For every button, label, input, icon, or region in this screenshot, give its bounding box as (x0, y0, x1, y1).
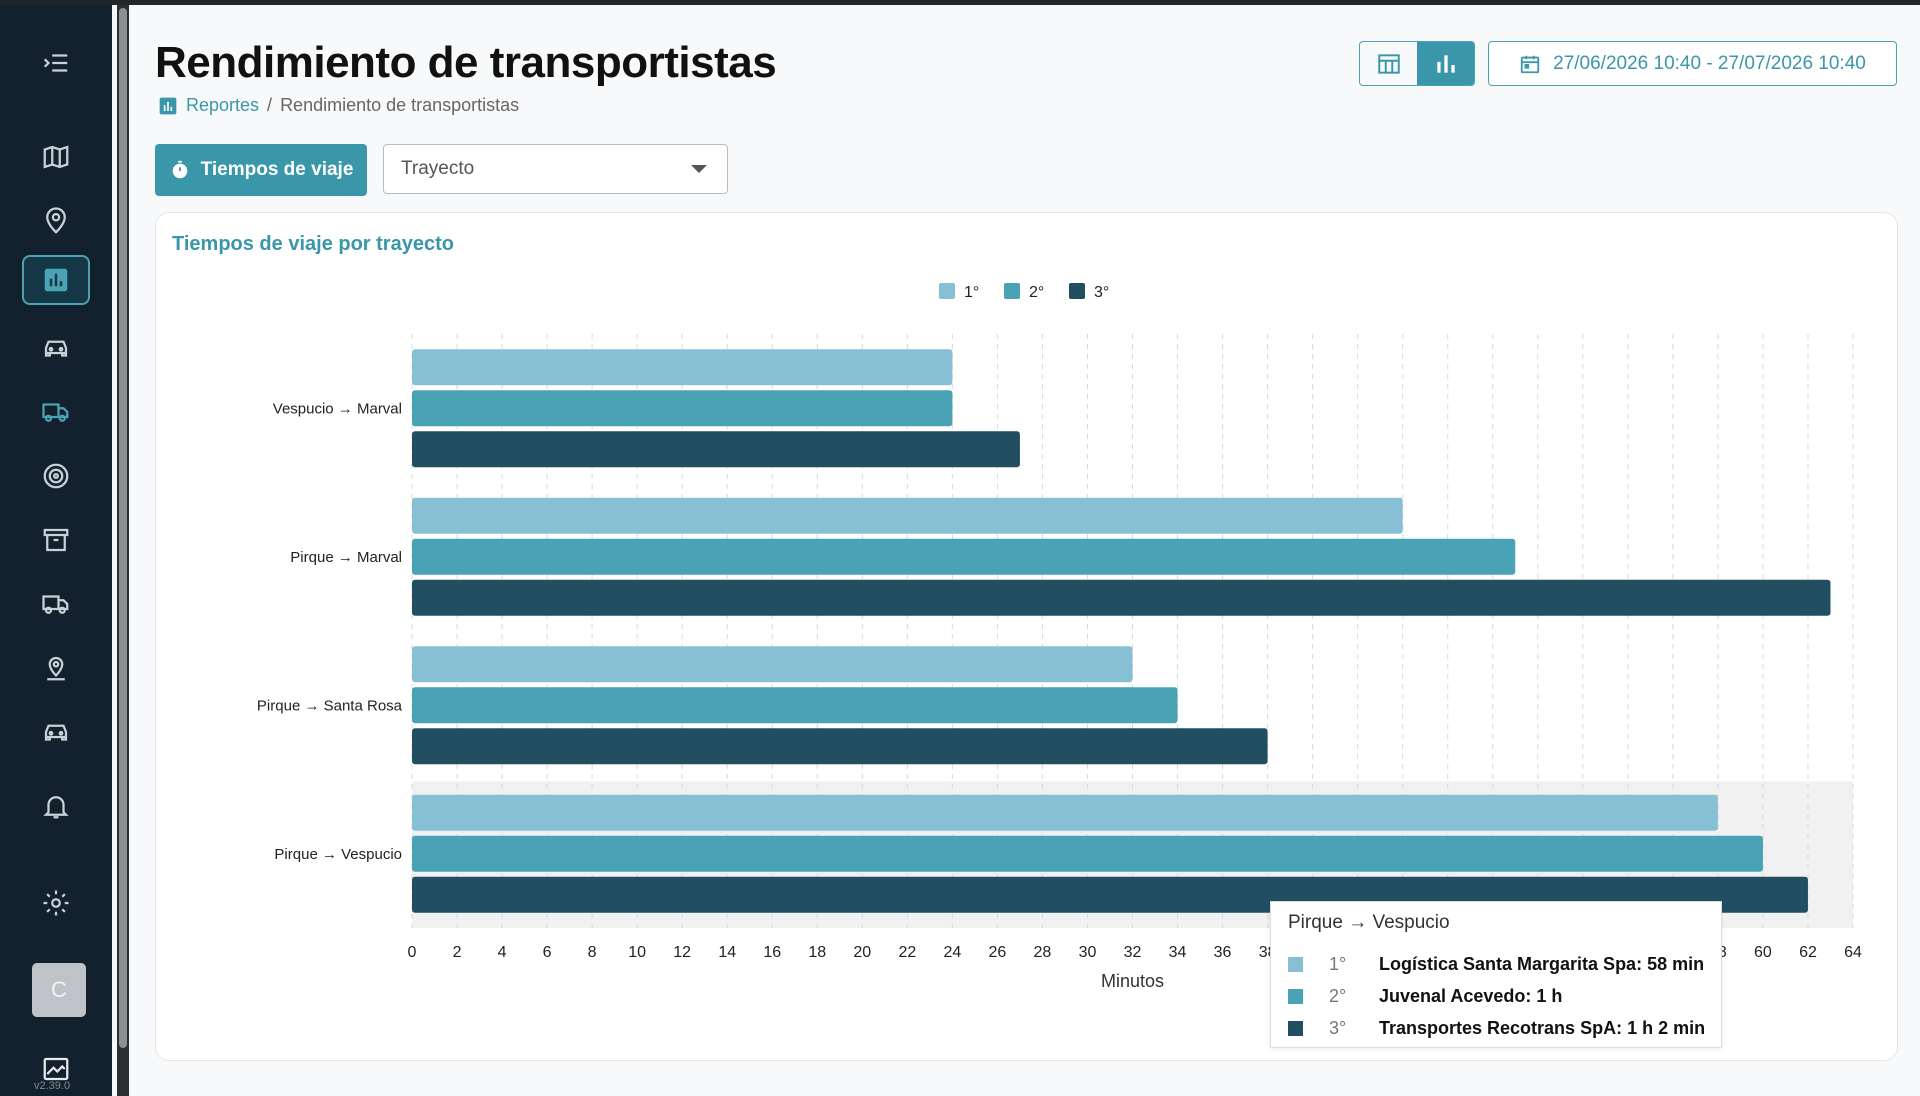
bar (412, 687, 1178, 724)
chart-tooltip: Pirque → Vespucio 1° Logística Santa Mar… (1270, 901, 1722, 1048)
bar-chart-icon[interactable] (22, 255, 90, 305)
tooltip-text: Logística Santa Margarita Spa: 58 min (1379, 953, 1705, 974)
bar (412, 794, 1718, 831)
date-range-button[interactable]: 27/06/2026 10:40 - 27/07/2026 10:40 (1488, 41, 1897, 86)
tooltip-row: 2° Juvenal Acevedo: 1 h (1288, 982, 1562, 1010)
y-category-label: Pirque → Santa Rosa (257, 697, 403, 714)
x-tick-label: 14 (718, 944, 736, 961)
page-title: Rendimiento de transportistas (155, 38, 777, 87)
travel-time-button[interactable]: Tiempos de viaje (155, 144, 367, 196)
x-tick-label: 8 (588, 944, 597, 961)
bar (412, 728, 1268, 765)
truck-icon[interactable] (22, 387, 90, 437)
legend-label: 1° (964, 284, 979, 301)
tooltip-text: Transportes Recotrans SpA: 1 h 2 min (1379, 1017, 1706, 1038)
tooltip-rank: 2° (1329, 985, 1347, 1006)
x-tick-label: 28 (1034, 944, 1052, 961)
y-category-label: Pirque → Marval (290, 549, 402, 566)
archive-icon[interactable] (22, 515, 90, 565)
version-label: v2.39.0 (34, 1080, 71, 1092)
date-range-text: 27/06/2026 10:40 - 27/07/2026 10:40 (1553, 52, 1866, 74)
tooltip-rank: 3° (1329, 1017, 1347, 1038)
view-toggle (1359, 41, 1475, 86)
x-tick-label: 32 (1124, 944, 1142, 961)
x-tick-label: 22 (898, 944, 916, 961)
breadcrumb: Reportes / Rendimiento de transportistas (158, 95, 519, 116)
map-pin-icon[interactable] (22, 643, 90, 693)
x-tick-label: 0 (408, 944, 417, 961)
travel-time-label: Tiempos de viaje (200, 159, 354, 180)
x-tick-label: 18 (808, 944, 826, 961)
sidebar-scrollbar-thumb[interactable] (119, 8, 127, 1048)
route-select-value: Trayecto (401, 158, 475, 179)
chevron-down-icon (691, 165, 707, 173)
tooltip-row: 3° Transportes Recotrans SpA: 1 h 2 min (1288, 1014, 1705, 1042)
chart-view-button[interactable] (1417, 42, 1474, 85)
bar (412, 349, 953, 386)
x-tick-label: 64 (1844, 944, 1862, 961)
legend-swatch (939, 283, 955, 299)
avatar[interactable]: C (32, 963, 86, 1017)
legend-label: 3° (1094, 284, 1109, 301)
y-category-label: Vespucio → Marval (273, 400, 402, 417)
bar (412, 390, 953, 427)
tooltip-title: Pirque → Vespucio (1288, 912, 1450, 933)
x-tick-label: 10 (628, 944, 646, 961)
map-icon[interactable] (22, 132, 90, 182)
legend-swatch (1288, 988, 1303, 1004)
x-tick-label: 2 (453, 944, 462, 961)
x-tick-label: 4 (498, 944, 507, 961)
legend-label: 2° (1029, 284, 1044, 301)
table-icon (1377, 53, 1400, 74)
tooltip-text: Juvenal Acevedo: 1 h (1379, 985, 1563, 1006)
bar (412, 579, 1831, 616)
x-tick-label: 36 (1214, 944, 1232, 961)
gear-icon[interactable] (22, 878, 90, 928)
location-pin-icon[interactable] (22, 196, 90, 246)
sidebar: C v2.39.0 (0, 5, 112, 1096)
x-tick-label: 16 (763, 944, 781, 961)
x-tick-label: 30 (1079, 944, 1097, 961)
breadcrumb-separator: / (267, 95, 273, 115)
stopwatch-icon (172, 160, 187, 179)
bar-chart-icon (159, 97, 177, 114)
x-tick-label: 34 (1169, 944, 1187, 961)
breadcrumb-current: Rendimiento de transportistas (280, 95, 520, 115)
x-tick-label: 24 (943, 944, 961, 961)
x-tick-label: 12 (673, 944, 691, 961)
route-select[interactable]: Trayecto (383, 144, 728, 194)
x-tick-label: 6 (543, 944, 552, 961)
x-tick-label: 26 (989, 944, 1007, 961)
delivery-truck-icon[interactable] (22, 579, 90, 629)
y-category-label: Pirque → Vespucio (274, 846, 402, 863)
x-tick-label: 60 (1754, 944, 1772, 961)
bar (412, 835, 1763, 872)
legend-swatch (1288, 1020, 1303, 1036)
bell-icon[interactable] (22, 781, 90, 831)
bar-chart-icon (1436, 54, 1455, 73)
menu-collapse-icon[interactable] (22, 38, 90, 88)
car-icon[interactable] (22, 323, 90, 373)
tooltip-row: 1° Logística Santa Margarita Spa: 58 min (1288, 950, 1704, 978)
bar (412, 497, 1403, 534)
x-axis-title: Minutos (1101, 971, 1164, 991)
table-view-button[interactable] (1360, 42, 1417, 85)
x-tick-label: 62 (1799, 944, 1817, 961)
legend-swatch (1288, 956, 1303, 972)
legend-swatch (1069, 283, 1085, 299)
breadcrumb-reportes-link[interactable]: Reportes (186, 95, 259, 116)
tooltip-rank: 1° (1329, 953, 1347, 974)
x-tick-label: 20 (853, 944, 871, 961)
bar (412, 431, 1020, 468)
legend-swatch (1004, 283, 1020, 299)
bar (412, 646, 1133, 683)
bar (412, 538, 1516, 575)
calendar-icon (1520, 55, 1540, 73)
car-icon[interactable] (22, 707, 90, 757)
target-icon[interactable] (22, 451, 90, 501)
